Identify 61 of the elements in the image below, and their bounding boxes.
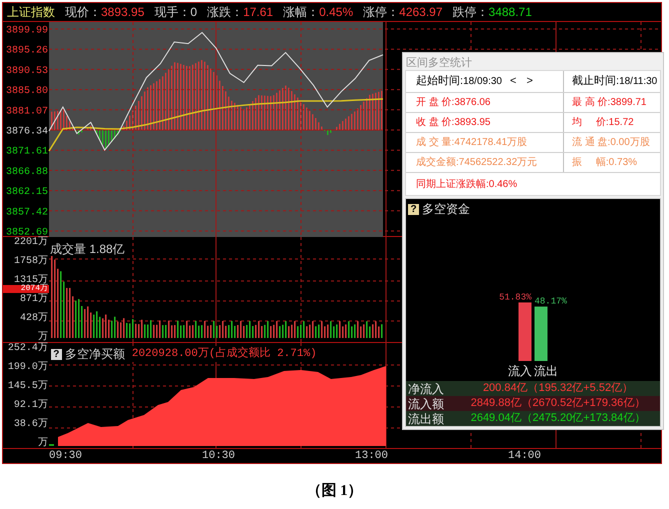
- volume-tick: 1758万: [14, 256, 48, 267]
- fund-title: 多空资金: [422, 201, 470, 218]
- net-buy-tick: 92.1万: [14, 400, 48, 411]
- volume-tick: 871万: [20, 294, 48, 305]
- volume-tick: 万: [38, 332, 48, 343]
- time-tick: 14:00: [508, 450, 542, 462]
- quote-field: 涨停：4263.97: [363, 3, 443, 21]
- net-buy-tick: 145.5万: [8, 381, 48, 392]
- price-tick: 3871.61: [6, 146, 48, 158]
- index-change: 同期上证涨跌幅:0.46%: [416, 178, 518, 192]
- fund-row-label: 流入额: [407, 396, 445, 412]
- price-tick: 3881.07: [6, 106, 48, 118]
- fund-row-label: 流出额: [407, 410, 445, 428]
- price-tick: 3899.99: [6, 26, 48, 36]
- stat-value: 振 幅:0.73%: [571, 156, 638, 170]
- price-tick: 3885.80: [6, 86, 48, 98]
- net-buy-title: 多空净买额: [64, 346, 125, 363]
- cursor-value-label: 2074万: [3, 285, 49, 293]
- stat-value: 均 价:15.72: [571, 116, 634, 130]
- figure-caption: （图 1）: [306, 482, 363, 501]
- bar-value-label: 48.17%: [534, 296, 567, 307]
- stat-value: 流 通 盘:0.00万股: [571, 136, 650, 150]
- quote-field: 涨幅：0.45%: [283, 3, 354, 21]
- quote-field: 现价：3893.95: [65, 3, 144, 21]
- stat-value: 开 盘 价:3876.06: [416, 96, 490, 110]
- net-buy-tick: 万: [38, 438, 48, 449]
- quote-field: 涨跌：17.61: [207, 3, 274, 21]
- price-tick: 3895.26: [6, 46, 48, 57]
- volume-title: 成交量 1.88亿: [49, 242, 125, 256]
- stat-value: 成交金额:74562522.32万元: [416, 156, 538, 170]
- time-tick: 10:30: [202, 450, 236, 462]
- index-name: 上证指数: [7, 4, 55, 21]
- fund-row-value: 2649.04亿（2475.20亿+173.84亿）: [470, 411, 646, 426]
- start-time: 起始时间:18/09:30: [416, 74, 502, 90]
- volume-tick: 2201万: [14, 237, 48, 248]
- price-tick: 3852.69: [6, 228, 48, 237]
- time-tick: 13:00: [355, 450, 388, 462]
- stat-value: 最 高 价:3899.71: [571, 96, 646, 110]
- net-buy-tick: 252.4万: [8, 343, 48, 354]
- net-buy-value: 2020928.00万(占成交额比 2.71%): [132, 346, 317, 362]
- net-buy-tick: 199.0万: [8, 362, 48, 373]
- bar-category-label: 流出: [534, 364, 558, 378]
- bar-value-label: 51.83%: [499, 292, 532, 302]
- price-tick: 3890.53: [6, 66, 48, 77]
- fund-row-value: 200.84亿（195.32亿+5.52亿）: [482, 381, 634, 396]
- bar-category-label: 流入: [508, 364, 532, 378]
- price-tick: 3862.15: [6, 187, 48, 198]
- dialog-title: 区间多空统计: [405, 56, 473, 70]
- quote-field: 跌停：3488.71: [452, 3, 532, 21]
- price-tick: 3876.34: [6, 126, 48, 138]
- time-tick: 09:30: [49, 450, 82, 462]
- fund-row-value: 2849.88亿（2670.52亿+179.36亿）: [470, 396, 646, 412]
- price-tick: 3866.88: [6, 166, 48, 178]
- stat-value: 成 交 量:4742178.41万股: [416, 136, 528, 150]
- end-time: 截止时间:18/11:30: [571, 74, 658, 90]
- quote-field: 现手：0: [154, 3, 198, 21]
- stat-value: 收 盘 价:3893.95: [416, 116, 490, 130]
- price-tick: 3857.42: [6, 207, 48, 218]
- net-buy-tick: 38.6万: [14, 419, 48, 430]
- volume-tick: 428万: [20, 313, 48, 324]
- fund-row-label: 净流入: [407, 380, 445, 398]
